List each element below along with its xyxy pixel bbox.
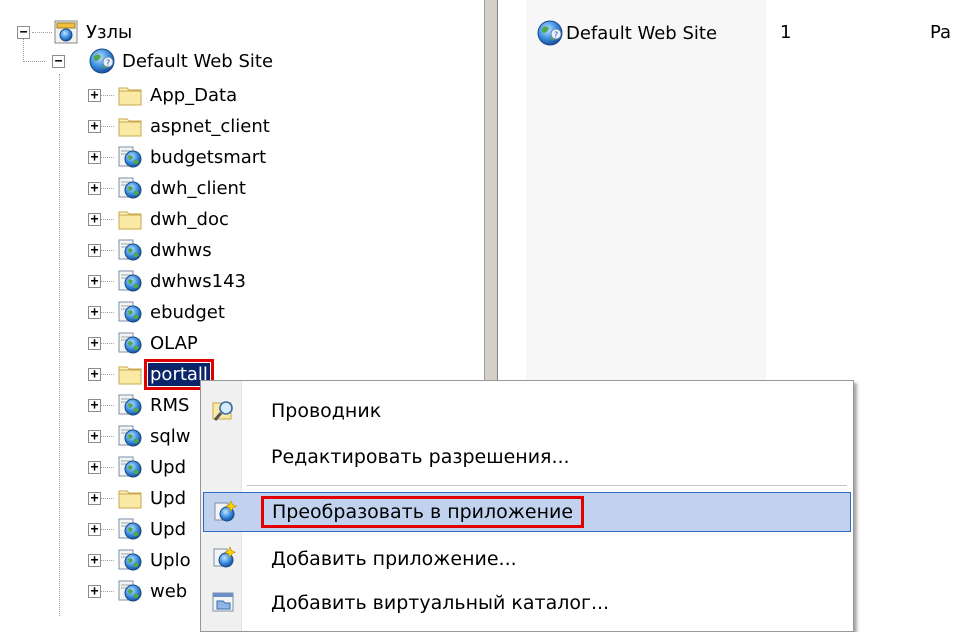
web-app-icon <box>116 546 144 574</box>
tree-node-1[interactable]: aspnet_client <box>116 111 272 141</box>
web-app-icon <box>116 422 144 450</box>
tree-node-root[interactable]: Узлы <box>52 17 134 47</box>
menu-item-label: Добавить виртуальный каталог... <box>271 592 610 614</box>
tree-node-5[interactable]: dwhws <box>116 235 214 265</box>
expand-toggle[interactable]: + <box>88 89 101 102</box>
expand-toggle[interactable]: + <box>88 213 101 226</box>
folder-icon <box>116 360 144 388</box>
expand-toggle[interactable]: + <box>88 275 101 288</box>
tree-node-label: budgetsmart <box>150 146 267 168</box>
menu-item-label: Преобразовать в приложение <box>260 496 585 528</box>
tree-node-13[interactable]: Upd <box>116 483 188 513</box>
tree-node-label: App_Data <box>150 84 238 106</box>
tree-node-label: aspnet_client <box>150 115 270 137</box>
tree-node-label: Uplo <box>150 549 191 571</box>
web-app-icon <box>116 267 144 295</box>
tree-node-label: RMS <box>150 394 190 416</box>
tree-node-label: Upd <box>150 456 187 478</box>
tree-node-8[interactable]: OLAP <box>116 328 200 358</box>
list-cell-id: 1 <box>780 22 792 43</box>
web-app-icon <box>116 174 144 202</box>
menu-item-label: Редактировать разрешения... <box>271 446 570 468</box>
tree-node-label: Default Web Site <box>122 50 274 72</box>
tree-node-label: dwh_doc <box>150 208 229 230</box>
context-menu[interactable]: Проводник Редактировать разрешения... Пр… <box>200 380 854 632</box>
menu-item-explorer[interactable]: Проводник <box>203 391 851 431</box>
menu-item-label: Добавить приложение... <box>271 548 517 570</box>
list-row-default-web-site[interactable]: Default Web Site <box>536 18 717 48</box>
folder-icon <box>116 484 144 512</box>
menu-item-label: Проводник <box>271 400 382 422</box>
menu-item-convert-to-application[interactable]: Преобразовать в приложение <box>203 492 851 532</box>
tree-node-7[interactable]: ebudget <box>116 297 227 327</box>
server-icon <box>52 18 80 46</box>
add-vdir-icon <box>211 589 237 615</box>
tree-node-3[interactable]: dwh_client <box>116 173 248 203</box>
web-app-icon <box>116 298 144 326</box>
menu-separator <box>247 485 847 486</box>
tree-node-default-web-site[interactable]: Default Web Site <box>88 46 275 76</box>
tree-node-label: OLAP <box>150 332 198 354</box>
tree-node-2[interactable]: budgetsmart <box>116 142 268 172</box>
expand-toggle[interactable]: + <box>88 523 101 536</box>
expand-toggle[interactable]: + <box>88 585 101 598</box>
web-app-icon <box>116 453 144 481</box>
web-app-icon <box>116 143 144 171</box>
expand-toggle[interactable]: + <box>88 430 101 443</box>
tree-node-4[interactable]: dwh_doc <box>116 204 231 234</box>
expand-toggle[interactable]: + <box>88 244 101 257</box>
tree-node-0[interactable]: App_Data <box>116 80 239 110</box>
collapse-root-toggle[interactable]: − <box>17 26 30 39</box>
collapse-site-toggle[interactable]: − <box>52 55 65 68</box>
expand-toggle[interactable]: + <box>88 337 101 350</box>
web-app-icon <box>116 236 144 264</box>
globe-icon <box>88 47 116 75</box>
web-app-icon <box>116 515 144 543</box>
expand-toggle[interactable]: + <box>88 492 101 505</box>
tree-node-label: Upd <box>150 487 187 509</box>
tree-node-label: web <box>150 580 188 602</box>
tree-node-label: dwhws <box>150 239 212 261</box>
tree-node-10[interactable]: RMS <box>116 390 191 420</box>
tree-node-label: Узлы <box>86 21 133 43</box>
menu-item-add-application[interactable]: Добавить приложение... <box>203 539 851 579</box>
tree-node-12[interactable]: Upd <box>116 452 188 482</box>
list-cell-status: Pa <box>930 22 952 43</box>
tree-node-16[interactable]: web <box>116 576 189 606</box>
list-cell-name: Default Web Site <box>566 22 718 44</box>
menu-item-add-virtual-directory[interactable]: Добавить виртуальный каталог... <box>203 583 851 623</box>
web-app-icon <box>116 329 144 357</box>
folder-icon <box>116 81 144 109</box>
expand-toggle[interactable]: + <box>88 461 101 474</box>
expand-toggle[interactable]: + <box>88 306 101 319</box>
tree-node-label: ebudget <box>150 301 225 323</box>
tree-node-6[interactable]: dwhws143 <box>116 266 248 296</box>
expand-toggle[interactable]: + <box>88 120 101 133</box>
explorer-icon <box>211 397 237 423</box>
tree-node-label: dwh_client <box>150 177 246 199</box>
tree-node-15[interactable]: Uplo <box>116 545 193 575</box>
tree-node-9[interactable]: portall <box>116 358 214 390</box>
web-app-icon <box>116 577 144 605</box>
expand-toggle[interactable]: + <box>88 399 101 412</box>
tree-node-label: dwhws143 <box>150 270 247 292</box>
expand-toggle[interactable]: + <box>88 554 101 567</box>
expand-toggle[interactable]: + <box>88 368 101 381</box>
tree-node-label: Upd <box>150 518 187 540</box>
tree-node-14[interactable]: Upd <box>116 514 188 544</box>
tree-node-label: sqlw <box>150 425 191 447</box>
expand-toggle[interactable]: + <box>88 182 101 195</box>
convert-app-icon <box>212 499 238 525</box>
folder-icon <box>116 205 144 233</box>
expand-toggle[interactable]: + <box>88 151 101 164</box>
folder-icon <box>116 112 144 140</box>
web-app-icon <box>116 391 144 419</box>
menu-item-edit-permissions[interactable]: Редактировать разрешения... <box>203 437 851 477</box>
tree-node-11[interactable]: sqlw <box>116 421 193 451</box>
add-app-icon <box>211 545 237 571</box>
globe-icon <box>536 19 564 47</box>
